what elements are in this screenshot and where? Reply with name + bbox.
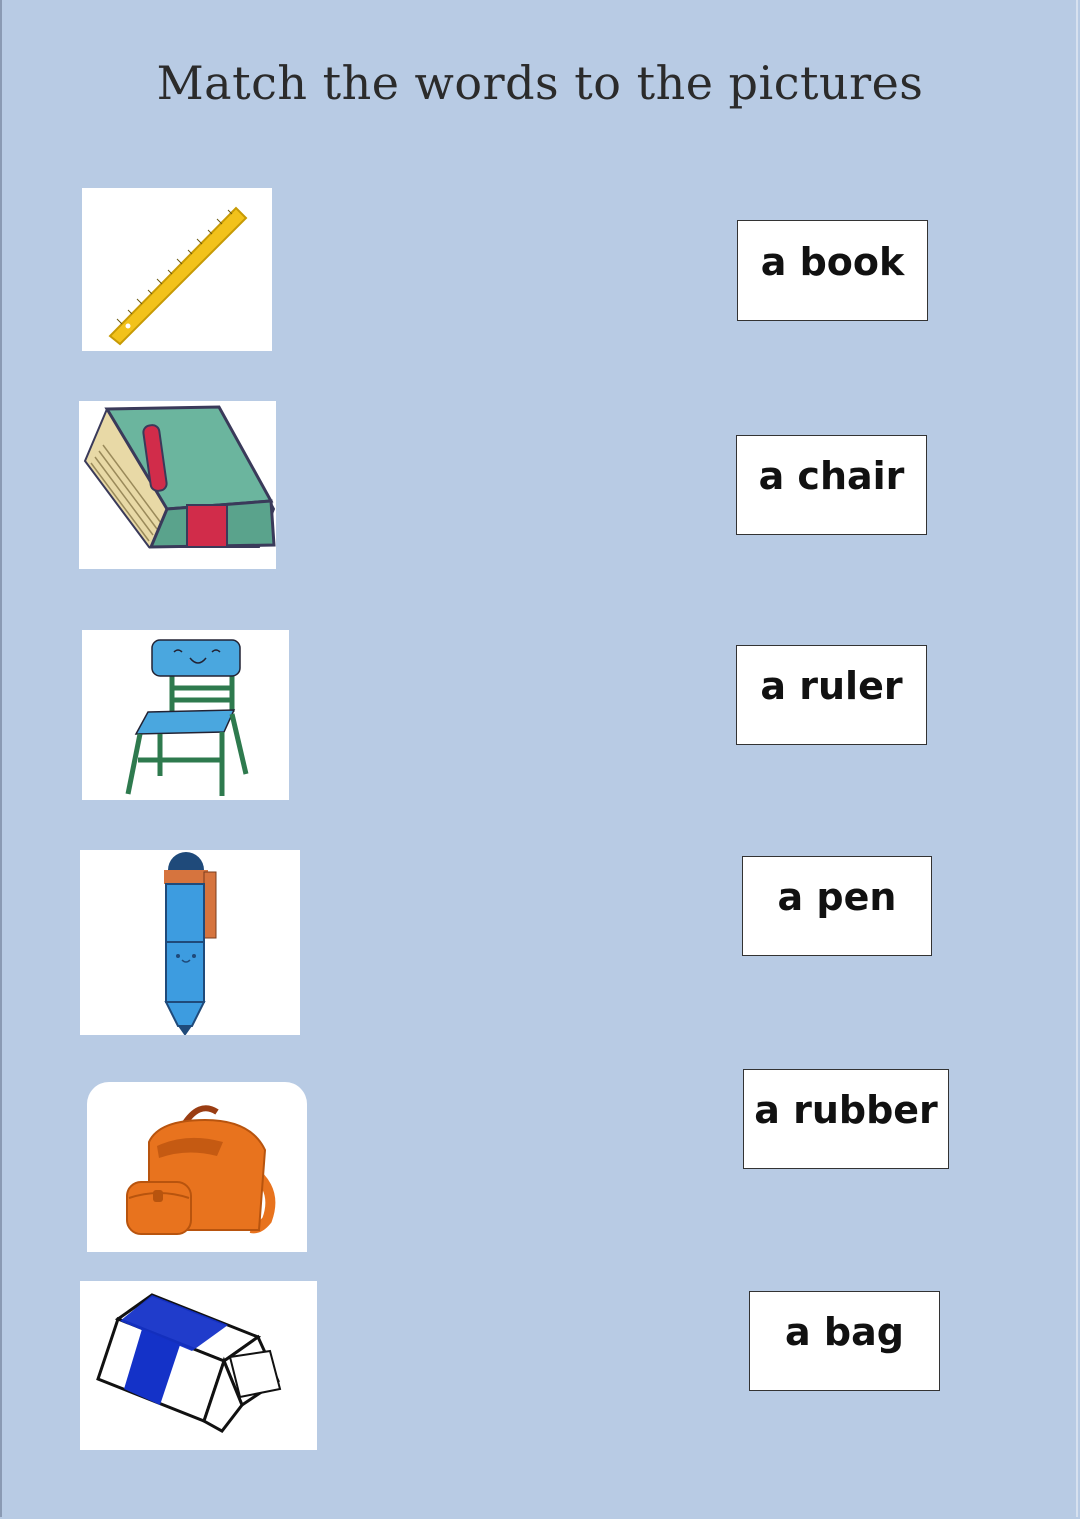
word-card-ruler[interactable]: a ruler <box>736 645 927 745</box>
word-card-book[interactable]: a book <box>737 220 928 321</box>
chair-icon <box>125 639 249 796</box>
book-icon <box>83 405 276 549</box>
rubber-icon <box>96 1293 282 1433</box>
worksheet-title: Match the words to the pictures <box>156 56 924 110</box>
word-card-pen[interactable]: a pen <box>742 856 932 956</box>
picture-ruler[interactable] <box>82 188 272 351</box>
picture-book[interactable] <box>79 401 276 569</box>
picture-pen[interactable] <box>80 850 300 1035</box>
word-card-bag[interactable]: a bag <box>749 1291 940 1391</box>
bag-icon <box>126 1105 276 1235</box>
picture-rubber[interactable] <box>80 1281 317 1450</box>
picture-bag[interactable] <box>87 1082 307 1252</box>
pen-icon <box>164 852 217 1035</box>
ruler-icon <box>108 206 248 346</box>
word-card-chair[interactable]: a chair <box>736 435 927 535</box>
word-card-rubber[interactable]: a rubber <box>743 1069 949 1169</box>
picture-chair[interactable] <box>82 630 289 800</box>
